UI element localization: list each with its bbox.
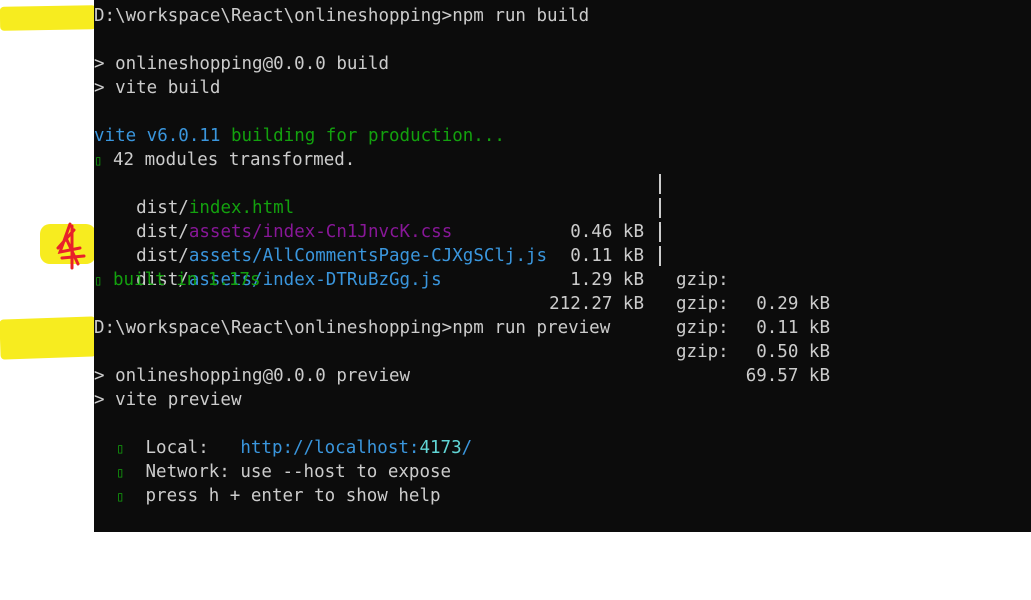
file-size: 1.29 kB: [570, 270, 644, 290]
gzip-size: 0.50 kB: [756, 342, 830, 362]
terminal-window[interactable]: D:\workspace\React\onlineshopping>npm ru…: [94, 0, 1031, 532]
column-separator: [659, 222, 661, 242]
output-file-row: dist/assets/AllCommentsPage-CJXgSClj.js …: [94, 220, 1031, 362]
arrow-icon: ▯: [116, 489, 125, 505]
vite-build-status: vite v6.0.11 building for production...: [94, 124, 505, 148]
arrow-icon: ▯: [116, 441, 125, 457]
output-file-row: dist/assets/index-DTRuBzGg.js 212.27 kB …: [94, 244, 1031, 386]
help-hint-line: ▯ press h + enter to show help: [116, 486, 441, 506]
local-url-line: ▯ Local: http://localhost:4173/: [116, 438, 473, 458]
gzip-size: 69.57 kB: [745, 366, 830, 386]
command-prompt-line: D:\workspace\React\onlineshopping>npm ru…: [94, 6, 590, 26]
modules-transformed-line: ▯ 42 modules transformed.: [94, 150, 356, 170]
gzip-size: 0.11 kB: [756, 318, 830, 338]
file-size: 212.27 kB: [549, 294, 644, 314]
output-file-row: dist/assets/index-Cn1JnvcK.css 0.11 kB g…: [94, 196, 1031, 338]
script-header-line: > onlineshopping@0.0.0 build: [94, 54, 390, 74]
script-header-line: > onlineshopping@0.0.0 preview: [94, 366, 411, 386]
gzip-size: 0.29 kB: [756, 294, 830, 314]
yellow-highlight-mark: [0, 316, 97, 360]
network-info-line: ▯ Network: use --host to expose: [116, 462, 452, 482]
build-status-text: building for production...: [220, 126, 505, 146]
vite-version: vite v6.0.11: [94, 126, 221, 146]
arrow-icon: ▯: [116, 465, 125, 481]
column-separator: [659, 246, 661, 266]
build-complete-line: ▯ built in 1.17s: [94, 270, 261, 290]
script-command-line: > vite preview: [94, 390, 242, 410]
yellow-highlight-mark: [0, 5, 97, 31]
local-url-link[interactable]: http://localhost:4173/: [240, 438, 472, 458]
script-command-line: > vite build: [94, 78, 221, 98]
column-separator: [659, 198, 661, 218]
output-file-row: dist/index.html 0.46 kB gzip: 0.29 kB: [94, 172, 1031, 314]
command-prompt-line: D:\workspace\React\onlineshopping>npm ru…: [94, 318, 611, 338]
column-separator: [659, 174, 661, 194]
red-scribble-mark: [56, 222, 86, 270]
